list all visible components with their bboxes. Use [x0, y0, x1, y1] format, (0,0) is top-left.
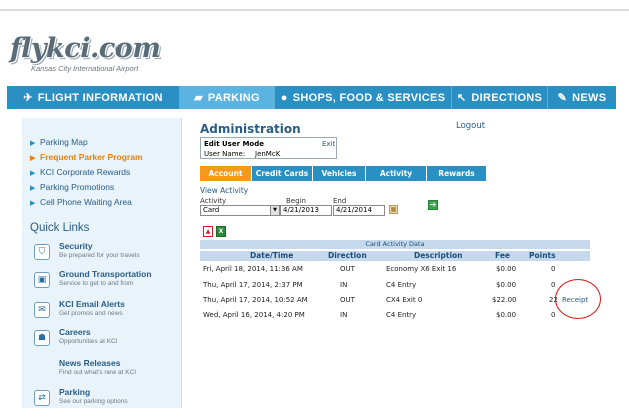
account-tabs: Account Credit Cards Vehicles Activity R… — [200, 166, 486, 181]
cell-points: 0 — [551, 265, 556, 273]
table-row: Thu, April 17, 2014, 2:37 PM IN C4 Entry… — [200, 281, 600, 293]
table-row: Fri, April 18, 2014, 11:36 AM OUT Econom… — [200, 265, 600, 277]
quick-link-careers[interactable]: ☗ Careers Opportunities at KCI — [34, 327, 179, 359]
activity-label: Activity — [200, 197, 227, 205]
nav-label: PARKING — [207, 91, 260, 104]
tab-account[interactable]: Account — [200, 166, 251, 181]
activity-select[interactable]: Card ▼ — [200, 205, 280, 216]
calendar-icon[interactable]: ▦ — [389, 205, 398, 214]
cell-points: 0 — [551, 281, 556, 289]
end-label: End — [333, 197, 347, 205]
triangle-right-icon: ▶ — [30, 200, 36, 207]
cell-direction: IN — [340, 311, 348, 319]
end-date-input[interactable]: 4/21/2014 — [333, 205, 385, 216]
logout-link[interactable]: Logout — [456, 121, 485, 131]
go-arrow-button[interactable]: ➜ — [428, 200, 438, 210]
begin-label: Begin — [286, 197, 306, 205]
cell-datetime: Wed, April 16, 2014, 4:20 PM — [203, 311, 305, 319]
logo-tagline: Kansas City International Airport — [31, 64, 139, 73]
parking-sign-icon: ⇄ — [34, 390, 50, 406]
arrow-icon: ↖ — [456, 92, 467, 104]
airplane-icon: ✈ — [23, 92, 33, 104]
column-header-fee: Fee — [495, 251, 510, 260]
page-title: Administration — [200, 122, 301, 136]
cell-fee: $0.00 — [496, 281, 517, 289]
nav-shops-food-services[interactable]: ● SHOPS, FOOD & SERVICES — [275, 86, 452, 109]
cell-fee: $0.00 — [496, 311, 517, 319]
triangle-right-icon: ▶ — [30, 155, 36, 162]
nav-label: SHOPS, FOOD & SERVICES — [292, 91, 446, 104]
column-header-points: Points — [529, 251, 556, 260]
cell-description: C4 Entry — [386, 311, 417, 319]
sidebar-item-parking-promotions[interactable]: ▶ Parking Promotions — [30, 180, 143, 195]
sidebar-item-frequent-parker-program[interactable]: ▶ Frequent Parker Program — [30, 150, 143, 165]
username-label: User Name: — [204, 150, 246, 158]
cell-datetime: Fri, April 18, 2014, 11:36 AM — [203, 265, 303, 273]
exit-link[interactable]: Exit — [322, 140, 335, 148]
shield-icon: ⛉ — [34, 244, 50, 260]
nav-news[interactable]: ✎ NEWS — [548, 86, 616, 109]
person-icon: ☗ — [34, 330, 50, 346]
quick-link-news-releases[interactable]: News Releases Find out what's new at KCI — [34, 358, 179, 390]
cell-description: CX4 Exit 0 — [386, 296, 423, 304]
table-title: Card Activity Data — [200, 240, 590, 249]
bus-icon: ▣ — [34, 272, 50, 288]
username-value: JenMcK — [255, 150, 281, 158]
cell-direction: OUT — [340, 296, 355, 304]
column-header-direction: Direction — [328, 251, 367, 260]
nav-flight-information[interactable]: ✈ FLIGHT INFORMATION — [7, 86, 180, 109]
shopping-bag-icon: ● — [280, 91, 288, 104]
sidebar-item-kci-corporate-rewards[interactable]: ▶ KCI Corporate Rewards — [30, 165, 143, 180]
cell-description: C4 Entry — [386, 281, 417, 289]
edit-user-mode-label: Edit User Mode — [204, 140, 264, 148]
main-navigation: ✈ FLIGHT INFORMATION ▰ PARKING ● SHOPS, … — [7, 86, 616, 109]
cell-direction: OUT — [340, 265, 355, 273]
excel-export-icon[interactable]: X — [216, 226, 226, 237]
pen-icon: ✎ — [557, 92, 568, 104]
column-header-datetime: Date/Time — [250, 251, 294, 260]
table-header: Date/Time Direction Description Fee Poin… — [200, 251, 590, 261]
tab-activity[interactable]: Activity — [366, 166, 426, 181]
view-activity-heading: View Activity — [200, 186, 249, 195]
triangle-right-icon: ▶ — [30, 185, 36, 192]
cell-description: Economy X6 Exit 16 — [386, 265, 457, 273]
site-logo[interactable]: flykci.com Kansas City International Air… — [10, 33, 180, 78]
cell-direction: IN — [340, 281, 348, 289]
cell-datetime: Thu, April 17, 2014, 10:52 AM — [203, 296, 308, 304]
tab-credit-cards[interactable]: Credit Cards — [252, 166, 312, 181]
sidebar-item-cell-phone-waiting-area[interactable]: ▶ Cell Phone Waiting Area — [30, 195, 143, 210]
cell-datetime: Thu, April 17, 2014, 2:37 PM — [203, 281, 303, 289]
begin-date-input[interactable]: 4/21/2013 — [280, 205, 332, 216]
logo-wordmark: flykci.com — [10, 33, 161, 64]
edit-user-mode-box: Edit User Mode Exit User Name: JenMcK — [200, 137, 337, 159]
nav-label: FLIGHT INFORMATION — [37, 91, 163, 104]
quick-links-heading: Quick Links — [30, 222, 90, 234]
pdf-export-icon[interactable]: ▲ — [203, 226, 213, 237]
column-header-description: Description — [414, 251, 463, 260]
dropdown-arrow-icon: ▼ — [270, 206, 279, 215]
table-row: Thu, April 17, 2014, 10:52 AM OUT CX4 Ex… — [200, 296, 600, 308]
quick-link-ground-transportation[interactable]: ▣ Ground Transportation Service to get t… — [34, 269, 179, 301]
table-row: Wed, April 16, 2014, 4:20 PM IN C4 Entry… — [200, 311, 600, 323]
nav-directions[interactable]: ↖ DIRECTIONS — [452, 86, 548, 109]
nav-label: DIRECTIONS — [471, 91, 543, 104]
sidebar-links: ▶ Parking Map ▶ Frequent Parker Program ▶ K… — [30, 135, 143, 210]
sidebar-item-parking-map[interactable]: ▶ Parking Map — [30, 135, 143, 150]
nav-parking[interactable]: ▰ PARKING — [180, 86, 275, 109]
cell-fee: $22.00 — [492, 296, 517, 304]
car-icon: ▰ — [194, 92, 203, 104]
triangle-right-icon: ▶ — [30, 170, 36, 177]
cell-fee: $0.00 — [496, 265, 517, 273]
quick-link-parking[interactable]: ⇄ Parking See our parking options — [34, 387, 179, 419]
sidebar: ▶ Parking Map ▶ Frequent Parker Program ▶ K… — [22, 118, 182, 408]
nav-label: NEWS — [572, 91, 607, 104]
top-divider — [0, 9, 629, 11]
tab-vehicles[interactable]: Vehicles — [313, 166, 365, 181]
cell-points: 0 — [551, 311, 556, 319]
envelope-icon: ✉ — [34, 302, 50, 318]
receipt-highlight-circle — [555, 279, 601, 319]
triangle-right-icon: ▶ — [30, 140, 36, 147]
tab-rewards[interactable]: Rewards — [427, 166, 486, 181]
activity-select-value: Card — [203, 206, 220, 214]
